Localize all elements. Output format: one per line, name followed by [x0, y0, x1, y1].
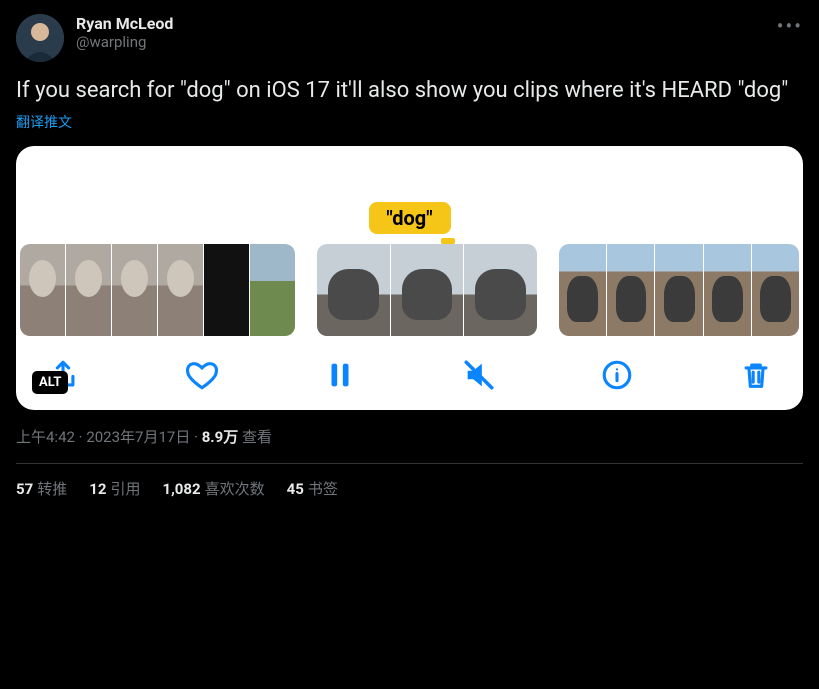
views-label: 查看 — [242, 428, 272, 446]
clip-thumb — [655, 244, 702, 336]
quotes-label: 引用 — [110, 480, 140, 498]
caption-badge: "dog" — [369, 202, 451, 234]
trash-icon[interactable] — [739, 358, 773, 392]
clip-group-2[interactable] — [317, 244, 537, 336]
clip-thumb — [158, 244, 203, 336]
bookmarks-label: 书签 — [308, 480, 338, 498]
likes-count: 1,082 — [162, 480, 200, 498]
heart-icon[interactable] — [185, 358, 219, 392]
retweets-count: 57 — [16, 480, 33, 498]
avatar[interactable] — [16, 14, 64, 62]
more-icon[interactable]: ••• — [777, 14, 803, 38]
clip-thumb — [317, 244, 390, 336]
info-icon[interactable] — [600, 358, 634, 392]
alt-badge[interactable]: ALT — [32, 371, 68, 394]
media-card[interactable]: "dog" — [16, 146, 803, 410]
bookmarks-count: 45 — [287, 480, 304, 498]
clip-thumb — [464, 244, 537, 336]
mute-icon[interactable] — [462, 358, 496, 392]
retweets-stat[interactable]: 57转推 — [16, 478, 67, 499]
clip-thumb — [752, 244, 799, 336]
media-inner: "dog" — [16, 146, 803, 410]
clip-thumb — [559, 244, 606, 336]
tweet-header: Ryan McLeod @warpling ••• — [16, 14, 803, 62]
clip-thumb — [607, 244, 654, 336]
translate-link[interactable]: 翻译推文 — [16, 112, 803, 132]
views-count: 8.9万 — [202, 428, 239, 446]
quotes-count: 12 — [89, 480, 106, 498]
clip-group-3[interactable] — [559, 244, 799, 336]
clip-group-1[interactable] — [20, 244, 295, 336]
clip-thumb — [66, 244, 111, 336]
likes-stat[interactable]: 1,082 喜欢次数 — [162, 478, 264, 499]
clip-thumb — [112, 244, 157, 336]
tweet-container: Ryan McLeod @warpling ••• If you search … — [0, 0, 819, 499]
media-toolbar — [16, 336, 803, 396]
display-name[interactable]: Ryan McLeod — [76, 14, 173, 33]
stats-row: 57转推 12引用 1,082 喜欢次数 45书签 — [16, 464, 803, 499]
user-block: Ryan McLeod @warpling — [76, 14, 173, 51]
clip-thumb — [250, 244, 295, 336]
tweet-text: If you search for "dog" on iOS 17 it'll … — [16, 76, 803, 106]
meta-row: 上午4:42 · 2023年7月17日 · 8.9万 查看 — [16, 426, 803, 447]
datestamp[interactable]: 2023年7月17日 — [86, 428, 190, 446]
quotes-stat[interactable]: 12引用 — [89, 478, 140, 499]
video-timeline[interactable] — [16, 244, 803, 336]
clip-thumb — [704, 244, 751, 336]
clip-thumb — [20, 244, 65, 336]
clip-thumb — [391, 244, 464, 336]
user-handle[interactable]: @warpling — [76, 33, 173, 51]
avatar-image — [16, 14, 64, 62]
bookmarks-stat[interactable]: 45书签 — [287, 478, 338, 499]
pause-icon[interactable] — [323, 358, 357, 392]
clip-thumb — [204, 244, 249, 336]
timestamp[interactable]: 上午4:42 — [16, 428, 75, 446]
likes-label: 喜欢次数 — [205, 480, 265, 498]
retweets-label: 转推 — [37, 480, 67, 498]
